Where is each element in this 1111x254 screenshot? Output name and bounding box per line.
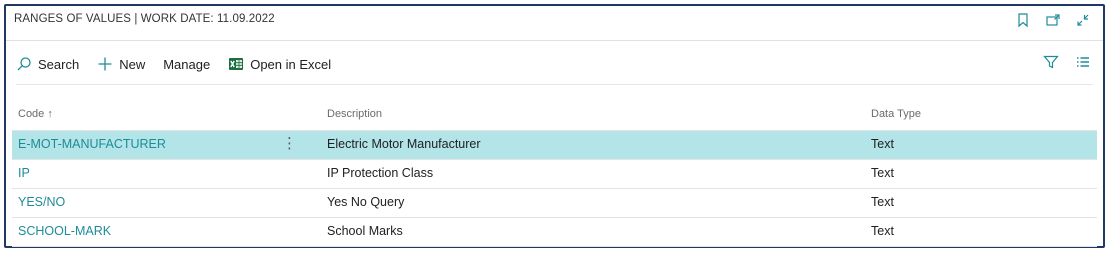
action-divider (16, 84, 1093, 85)
cell-code[interactable]: E-MOT-MANUFACTURER (18, 137, 166, 151)
filter-icon[interactable] (1043, 54, 1059, 70)
cell-description: Yes No Query (327, 195, 405, 209)
cell-code[interactable]: YES/NO (18, 195, 65, 209)
table-row[interactable]: E-MOT-MANUFACTURER ⋮ Electric Motor Manu… (12, 130, 1097, 159)
view-controls (1043, 54, 1091, 70)
column-header-data-type[interactable]: Data Type (871, 108, 921, 120)
cell-code[interactable]: SCHOOL-MARK (18, 224, 111, 238)
search-icon (16, 56, 32, 72)
row-menu-icon[interactable]: ⋮ (282, 134, 297, 152)
plus-icon (97, 56, 113, 72)
new-button[interactable]: New (97, 56, 145, 72)
values-table: Code ↑ Description Data Type E-MOT-MANUF… (12, 102, 1097, 247)
table-row[interactable]: SCHOOL-MARK School Marks Text (12, 217, 1097, 246)
excel-icon (228, 56, 244, 72)
cell-data-type: Text (871, 166, 894, 180)
search-button[interactable]: Search (16, 56, 79, 72)
cell-data-type: Text (871, 195, 894, 209)
title-bar: RANGES OF VALUES | WORK DATE: 11.09.2022 (6, 6, 1103, 36)
open-in-excel-button[interactable]: Open in Excel (228, 56, 331, 72)
title-divider (6, 40, 1103, 41)
open-in-excel-label: Open in Excel (250, 56, 332, 72)
table-bottom-border (12, 246, 1097, 247)
collapse-icon[interactable] (1075, 12, 1091, 28)
cell-description: IP Protection Class (327, 166, 434, 180)
bookmark-icon[interactable] (1015, 12, 1031, 28)
title-icons (1015, 12, 1091, 28)
table-header: Code ↑ Description Data Type (12, 102, 1097, 130)
table-row[interactable]: YES/NO Yes No Query Text (12, 188, 1097, 217)
page-title: RANGES OF VALUES | WORK DATE: 11.09.2022 (14, 13, 275, 25)
list-view-icon[interactable] (1075, 54, 1091, 70)
cell-data-type: Text (871, 137, 894, 151)
manage-label: Manage (163, 56, 211, 72)
cell-description: Electric Motor Manufacturer (327, 137, 481, 151)
manage-button[interactable]: Manage (163, 57, 210, 72)
page-frame: RANGES OF VALUES | WORK DATE: 11.09.2022 (4, 4, 1105, 248)
table-row[interactable]: IP IP Protection Class Text (12, 159, 1097, 188)
cell-description: School Marks (327, 224, 403, 238)
column-header-description[interactable]: Description (327, 108, 382, 120)
open-new-window-icon[interactable] (1045, 12, 1061, 28)
column-header-code[interactable]: Code ↑ (18, 108, 53, 120)
search-label: Search (38, 56, 80, 72)
cell-data-type: Text (871, 224, 894, 238)
cell-code[interactable]: IP (18, 166, 30, 180)
new-label: New (119, 56, 146, 72)
action-bar: Search New Manage Open in Excel (16, 50, 1093, 78)
